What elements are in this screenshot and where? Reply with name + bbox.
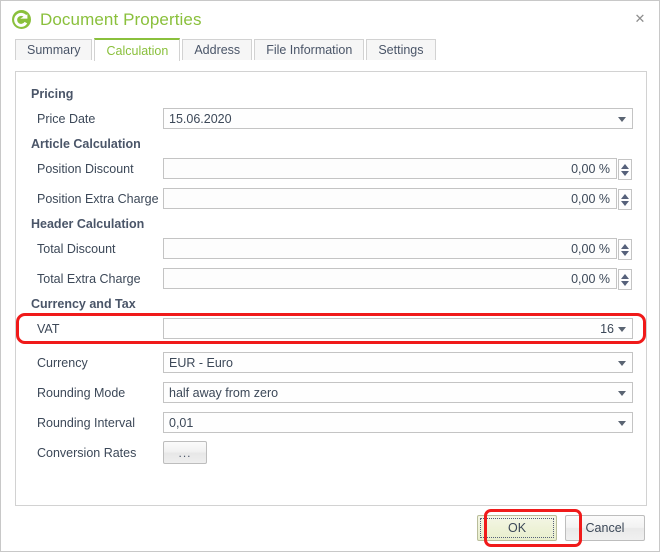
cancel-button-label: Cancel bbox=[585, 521, 625, 535]
ok-button[interactable]: OK bbox=[477, 515, 557, 541]
section-title-article-calculation: Article Calculation bbox=[31, 137, 141, 151]
chevron-down-icon[interactable] bbox=[618, 420, 626, 426]
stepper-down-icon[interactable] bbox=[621, 170, 629, 176]
stepper-down-icon[interactable] bbox=[621, 200, 629, 206]
tab-calculation[interactable]: Calculation bbox=[94, 38, 181, 61]
stepper-up-icon[interactable] bbox=[621, 193, 629, 199]
combobox-price-date[interactable]: 15.06.2020 bbox=[163, 108, 633, 129]
field-row-total-discount: Total Discount 0,00 % bbox=[16, 237, 646, 260]
app-logo-e-icon bbox=[11, 9, 32, 30]
stepper-up-icon[interactable] bbox=[621, 243, 629, 249]
stepper-up-icon[interactable] bbox=[621, 163, 629, 169]
label-currency: Currency bbox=[37, 355, 88, 370]
numeric-input-position-extra-charge[interactable]: 0,00 % bbox=[163, 188, 632, 210]
tab-strip: Summary Calculation Address File Informatio… bbox=[15, 38, 659, 61]
label-position-extra-charge: Position Extra Charge bbox=[37, 191, 159, 206]
field-value: 0,00 % bbox=[571, 191, 610, 206]
stepper-down-icon[interactable] bbox=[621, 250, 629, 256]
numeric-input-total-discount[interactable]: 0,00 % bbox=[163, 238, 632, 260]
tab-label: Summary bbox=[27, 43, 81, 57]
title-bar: Document Properties ✕ bbox=[1, 1, 659, 38]
document-properties-dialog: Document Properties ✕ Summary Calculation… bbox=[0, 0, 660, 552]
tab-label: Address bbox=[194, 43, 241, 57]
field-row-conversion-rates: Conversion Rates... bbox=[16, 441, 646, 464]
label-price-date: Price Date bbox=[37, 111, 96, 126]
position-discount-stepper[interactable] bbox=[618, 159, 632, 180]
field-row-vat: VAT 16 bbox=[16, 313, 646, 344]
dialog-footer: OK Cancel bbox=[1, 505, 659, 551]
tab-file-information[interactable]: File Information bbox=[254, 39, 365, 60]
section-title-pricing: Pricing bbox=[31, 87, 74, 101]
tab-address[interactable]: Address bbox=[182, 39, 253, 60]
stepper-up-icon[interactable] bbox=[621, 273, 629, 279]
label-total-extra-charge: Total Extra Charge bbox=[37, 271, 141, 286]
numeric-input-position-discount[interactable]: 0,00 % bbox=[163, 158, 632, 180]
page-title: Document Properties bbox=[40, 9, 202, 29]
field-row-position-extra-charge: Position Extra Charge 0,00 % bbox=[16, 187, 646, 210]
label-rounding-mode: Rounding Mode bbox=[37, 385, 126, 400]
numeric-input-total-extra-charge[interactable]: 0,00 % bbox=[163, 268, 632, 290]
field-row-total-extra-charge: Total Extra Charge 0,00 % bbox=[16, 267, 646, 290]
ok-button-label: OK bbox=[507, 521, 527, 535]
tab-label: File Information bbox=[266, 43, 353, 57]
total-discount-stepper[interactable] bbox=[618, 239, 632, 260]
field-row-position-discount: Position Discount 0,00 % bbox=[16, 157, 646, 180]
field-row-rounding-mode: Rounding Mode half away from zero bbox=[16, 381, 646, 404]
calculation-form: Pricing Price Date 15.06.2020 Article Calcu… bbox=[16, 72, 646, 464]
field-value: 16 bbox=[600, 321, 614, 336]
tab-settings[interactable]: Settings bbox=[366, 39, 436, 60]
field-value: EUR - Euro bbox=[169, 355, 233, 370]
label-rounding-interval: Rounding Interval bbox=[37, 415, 135, 430]
conversion-rates-browse-button[interactable]: ... bbox=[163, 441, 207, 464]
combobox-currency[interactable]: EUR - Euro bbox=[163, 352, 633, 373]
field-value: 0,01 bbox=[169, 415, 194, 430]
tab-summary[interactable]: Summary bbox=[15, 39, 93, 60]
section-title-header-calculation: Header Calculation bbox=[31, 217, 145, 231]
cancel-button[interactable]: Cancel bbox=[565, 515, 645, 541]
close-icon[interactable]: ✕ bbox=[627, 7, 653, 31]
chevron-down-icon[interactable] bbox=[618, 116, 626, 122]
field-row-price-date: Price Date 15.06.2020 bbox=[16, 107, 646, 130]
combobox-rounding-interval[interactable]: 0,01 bbox=[163, 412, 633, 433]
field-value: half away from zero bbox=[169, 385, 279, 400]
tab-label: Settings bbox=[378, 43, 424, 57]
section-title-currency-and-tax: Currency and Tax bbox=[31, 297, 136, 311]
total-extra-charge-stepper[interactable] bbox=[618, 269, 632, 290]
label-total-discount: Total Discount bbox=[37, 241, 116, 256]
field-value: 0,00 % bbox=[571, 161, 610, 176]
browse-button-label: ... bbox=[178, 445, 192, 460]
field-value: 0,00 % bbox=[571, 241, 610, 256]
chevron-down-icon[interactable] bbox=[618, 360, 626, 366]
field-row-currency: Currency EUR - Euro bbox=[16, 351, 646, 374]
chevron-down-icon[interactable] bbox=[618, 390, 626, 396]
position-extra-charge-stepper[interactable] bbox=[618, 189, 632, 210]
combobox-vat[interactable]: 16 bbox=[163, 318, 633, 339]
calculation-panel: Pricing Price Date 15.06.2020 Article Calcu… bbox=[15, 71, 647, 506]
tab-label: Calculation bbox=[106, 43, 169, 58]
label-conversion-rates: Conversion Rates bbox=[37, 445, 137, 460]
label-vat: VAT bbox=[37, 321, 60, 336]
chevron-down-icon[interactable] bbox=[618, 326, 626, 332]
combobox-rounding-mode[interactable]: half away from zero bbox=[163, 382, 633, 403]
field-row-rounding-interval: Rounding Interval 0,01 bbox=[16, 411, 646, 434]
label-position-discount: Position Discount bbox=[37, 161, 134, 176]
stepper-down-icon[interactable] bbox=[621, 280, 629, 286]
field-value: 0,00 % bbox=[571, 271, 610, 286]
field-value: 15.06.2020 bbox=[169, 111, 232, 126]
